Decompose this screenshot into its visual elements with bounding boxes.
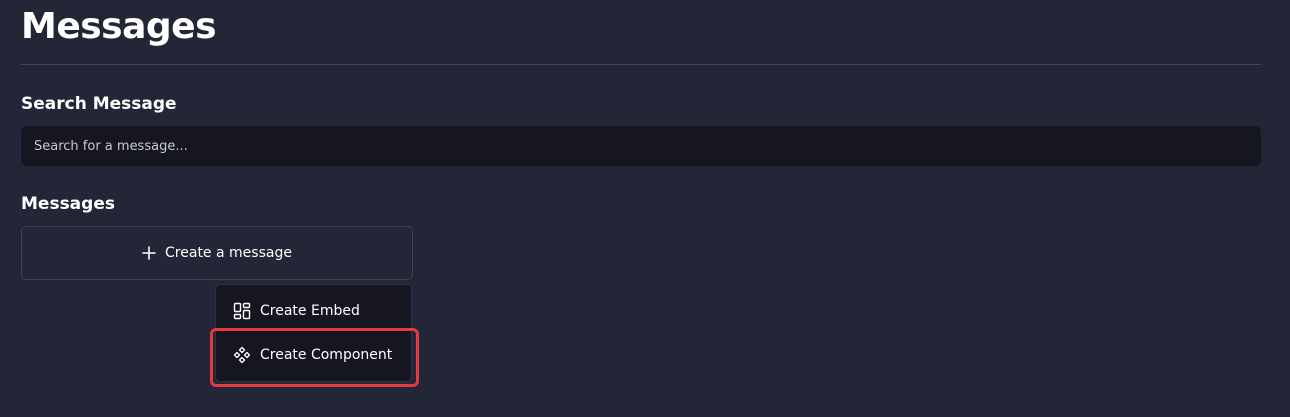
messages-page: Messages Search Message Messages Create …	[0, 0, 1290, 417]
create-message-button[interactable]: Create a message	[21, 226, 413, 280]
page-title: Messages	[21, 6, 217, 47]
search-message-heading: Search Message	[21, 94, 177, 114]
create-component-menu-item[interactable]: Create Component	[216, 335, 411, 375]
create-message-label: Create a message	[165, 245, 292, 261]
messages-section-heading: Messages	[21, 194, 115, 214]
create-message-dropdown: Create Embed Create Component	[215, 284, 412, 382]
layout-grid-icon	[233, 302, 251, 320]
title-divider	[21, 64, 1261, 65]
component-diamonds-icon	[233, 346, 251, 364]
create-component-label: Create Component	[260, 347, 393, 363]
create-embed-label: Create Embed	[260, 303, 360, 319]
create-embed-menu-item[interactable]: Create Embed	[216, 291, 411, 331]
plus-icon	[142, 246, 156, 260]
search-message-input[interactable]	[21, 126, 1261, 166]
